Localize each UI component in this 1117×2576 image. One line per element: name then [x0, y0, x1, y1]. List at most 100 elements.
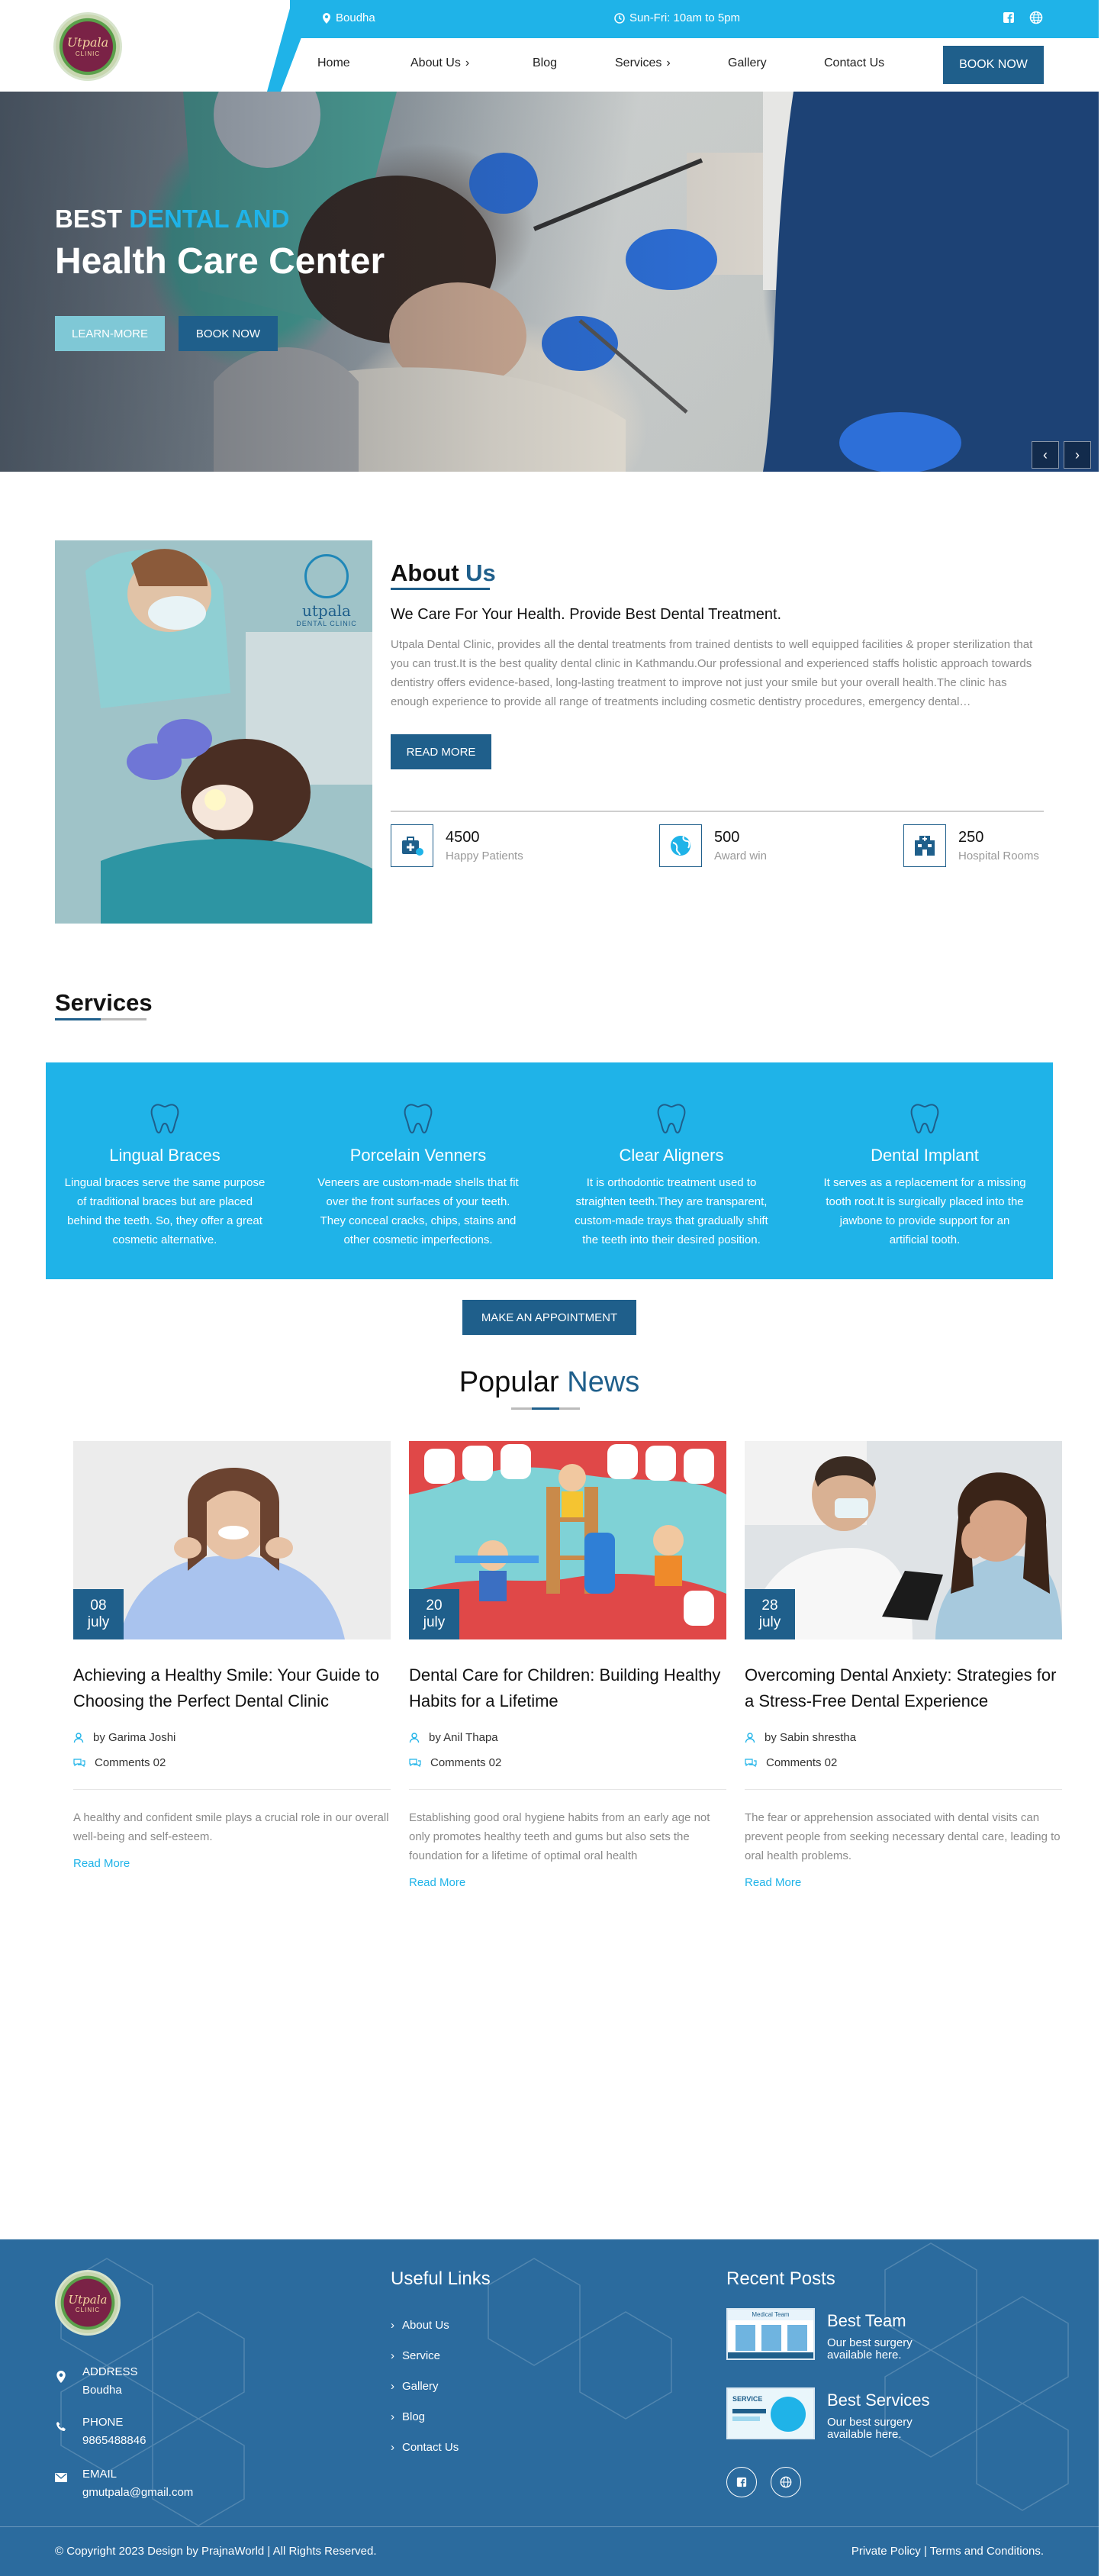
news-card[interactable]: 28 july Overcoming Dental Anxiety: Strat…: [745, 1441, 1062, 1889]
stat-happy-patients: 4500 Happy Patients: [391, 824, 523, 867]
news-comments[interactable]: Comments 02: [73, 1756, 391, 1769]
chevron-right-icon: ›: [391, 2410, 394, 2423]
about-image: utpala DENTAL CLINIC: [55, 540, 372, 924]
globe-icon[interactable]: [771, 2467, 801, 2497]
stat-award-win: 500 Award win: [659, 824, 767, 867]
post-thumbnail[interactable]: SERVICE: [726, 2387, 815, 2439]
tooth-icon: [404, 1104, 433, 1134]
site-header: Utpala CLINIC Boudha Sun-Fri: 10am to 5p…: [0, 0, 1099, 92]
user-icon: [745, 1732, 755, 1743]
globe-icon[interactable]: [1028, 10, 1044, 25]
service-description: It serves as a replacement for a missing…: [823, 1176, 1026, 1246]
stat-value: 4500: [446, 829, 480, 846]
news-image[interactable]: 08 july: [73, 1441, 391, 1639]
read-more-link[interactable]: Read More: [745, 1876, 1062, 1889]
nav-gallery[interactable]: Gallery: [728, 56, 767, 70]
news-title-link[interactable]: Overcoming Dental Anxiety: Strategies fo…: [745, 1662, 1062, 1716]
footer-divider: [0, 2526, 1099, 2527]
logo-text: Utpala: [66, 34, 109, 50]
envelope-icon: [55, 2473, 67, 2482]
facebook-icon[interactable]: [1001, 10, 1016, 25]
tooth-icon: [150, 1104, 179, 1134]
recent-posts-heading: Recent Posts: [726, 2268, 835, 2289]
about-subtitle: We Care For Your Health. Provide Best De…: [391, 606, 782, 623]
nav-contact-us[interactable]: Contact Us: [824, 56, 884, 70]
read-more-button[interactable]: READ MORE: [391, 734, 491, 769]
nav-about-us[interactable]: About Us ›: [410, 56, 469, 70]
hero-book-now-button[interactable]: BOOK NOW: [179, 316, 278, 351]
service-title: Lingual Braces: [109, 1146, 221, 1165]
post-excerpt: Our best surgery available here.: [827, 2416, 913, 2441]
site-footer: Utpala CLINIC ADDRESS Boudha PHONE 9865488…: [0, 2239, 1099, 2576]
service-card-clear-aligners[interactable]: Clear Aligners It is orthodontic treatme…: [566, 1101, 777, 1249]
service-title: Clear Aligners: [619, 1146, 724, 1165]
about-description: Utpala Dental Clinic, provides all the d…: [391, 638, 1033, 708]
comments-icon: [745, 1758, 757, 1767]
clock-icon: [614, 12, 625, 24]
post-title[interactable]: Best Services: [827, 2391, 930, 2410]
learn-more-button[interactable]: LEARN-MORE: [55, 316, 165, 351]
footer-address: ADDRESS Boudha: [55, 2363, 138, 2400]
location-text: Boudha: [336, 11, 375, 24]
chevron-right-icon: ›: [391, 2441, 394, 2454]
book-now-button[interactable]: BOOK NOW: [943, 46, 1044, 84]
service-description: It is orthodontic treatment used to stra…: [575, 1176, 768, 1246]
tooth-icon: [657, 1104, 686, 1134]
read-more-link[interactable]: Read More: [409, 1876, 726, 1889]
news-author: by Sabin shrestha: [745, 1731, 1062, 1744]
footer-phone: PHONE 9865488846: [55, 2413, 146, 2450]
logo-subtext: CLINIC: [75, 50, 101, 57]
news-image[interactable]: 28 july: [745, 1441, 1062, 1639]
footer-link-blog[interactable]: › Blog: [391, 2410, 425, 2423]
hospital-icon: [903, 824, 946, 867]
footer-link-contact-us[interactable]: › Contact Us: [391, 2441, 459, 2454]
recent-post[interactable]: SERVICE Best Services Our best surgery a…: [726, 2387, 930, 2441]
map-pin-icon: [323, 12, 330, 24]
news-author: by Garima Joshi: [73, 1731, 391, 1744]
hero-headline-top: BEST DENTAL AND: [55, 205, 290, 233]
news-comments[interactable]: Comments 02: [409, 1756, 726, 1769]
date-badge: 28 july: [745, 1589, 795, 1639]
date-badge: 08 july: [73, 1589, 124, 1639]
service-card-porcelain-veneers[interactable]: Porcelain Venners Veneers are custom-mad…: [313, 1101, 523, 1249]
service-card-lingual-braces[interactable]: Lingual Braces Lingual braces serve the …: [60, 1101, 270, 1249]
post-thumbnail[interactable]: Medical Team: [726, 2308, 815, 2360]
legal-links[interactable]: Private Policy | Terms and Conditions.: [851, 2545, 1044, 2558]
footer-link-about-us[interactable]: › About Us: [391, 2319, 449, 2332]
recent-post[interactable]: Medical Team Best Team Our best surgery …: [726, 2308, 926, 2362]
tooth-ring-icon: [304, 554, 349, 598]
news-excerpt: The fear or apprehension associated with…: [745, 1811, 1061, 1862]
chevron-right-icon: ›: [391, 2349, 394, 2362]
footer-link-service[interactable]: › Service: [391, 2349, 440, 2362]
footer-link-gallery[interactable]: › Gallery: [391, 2380, 439, 2393]
news-title-link[interactable]: Achieving a Healthy Smile: Your Guide to…: [73, 1662, 391, 1716]
map-pin-icon: [56, 2371, 66, 2383]
post-excerpt: Our best surgery available here.: [827, 2336, 913, 2362]
chevron-right-icon: ›: [391, 2319, 394, 2332]
chevron-left-icon: ‹: [1043, 447, 1048, 463]
read-more-link[interactable]: Read More: [73, 1857, 391, 1870]
footer-logo[interactable]: Utpala CLINIC: [55, 2270, 121, 2336]
news-image[interactable]: 20 july: [409, 1441, 726, 1639]
service-description: Lingual braces serve the same purpose of…: [64, 1176, 266, 1246]
news-excerpt: Establishing good oral hygiene habits fr…: [409, 1811, 710, 1862]
nav-services[interactable]: Services ›: [615, 56, 671, 70]
nav-home[interactable]: Home: [317, 56, 350, 70]
news-title-link[interactable]: Dental Care for Children: Building Healt…: [409, 1662, 726, 1716]
news-comments[interactable]: Comments 02: [745, 1756, 1062, 1769]
make-appointment-button[interactable]: MAKE AN APPOINTMENT: [462, 1300, 636, 1335]
service-card-dental-implant[interactable]: Dental Implant It serves as a replacemen…: [819, 1101, 1030, 1249]
chevron-right-icon: ›: [391, 2380, 394, 2393]
nav-blog[interactable]: Blog: [533, 56, 557, 70]
services-title: Services: [55, 989, 153, 1016]
facebook-icon[interactable]: [726, 2467, 757, 2497]
news-card[interactable]: 20 july Dental Care for Children: Buildi…: [409, 1441, 726, 1889]
clinic-logo[interactable]: Utpala CLINIC: [53, 12, 122, 81]
news-card[interactable]: 08 july Achieving a Healthy Smile: Your …: [73, 1441, 391, 1870]
slider-prev-button[interactable]: ‹: [1032, 441, 1059, 469]
divider: [745, 1789, 1062, 1790]
divider: [73, 1789, 391, 1790]
post-title[interactable]: Best Team: [827, 2311, 926, 2331]
slider-next-button[interactable]: ›: [1064, 441, 1091, 469]
top-info-bar: Boudha Sun-Fri: 10am to 5pm: [290, 0, 1099, 38]
